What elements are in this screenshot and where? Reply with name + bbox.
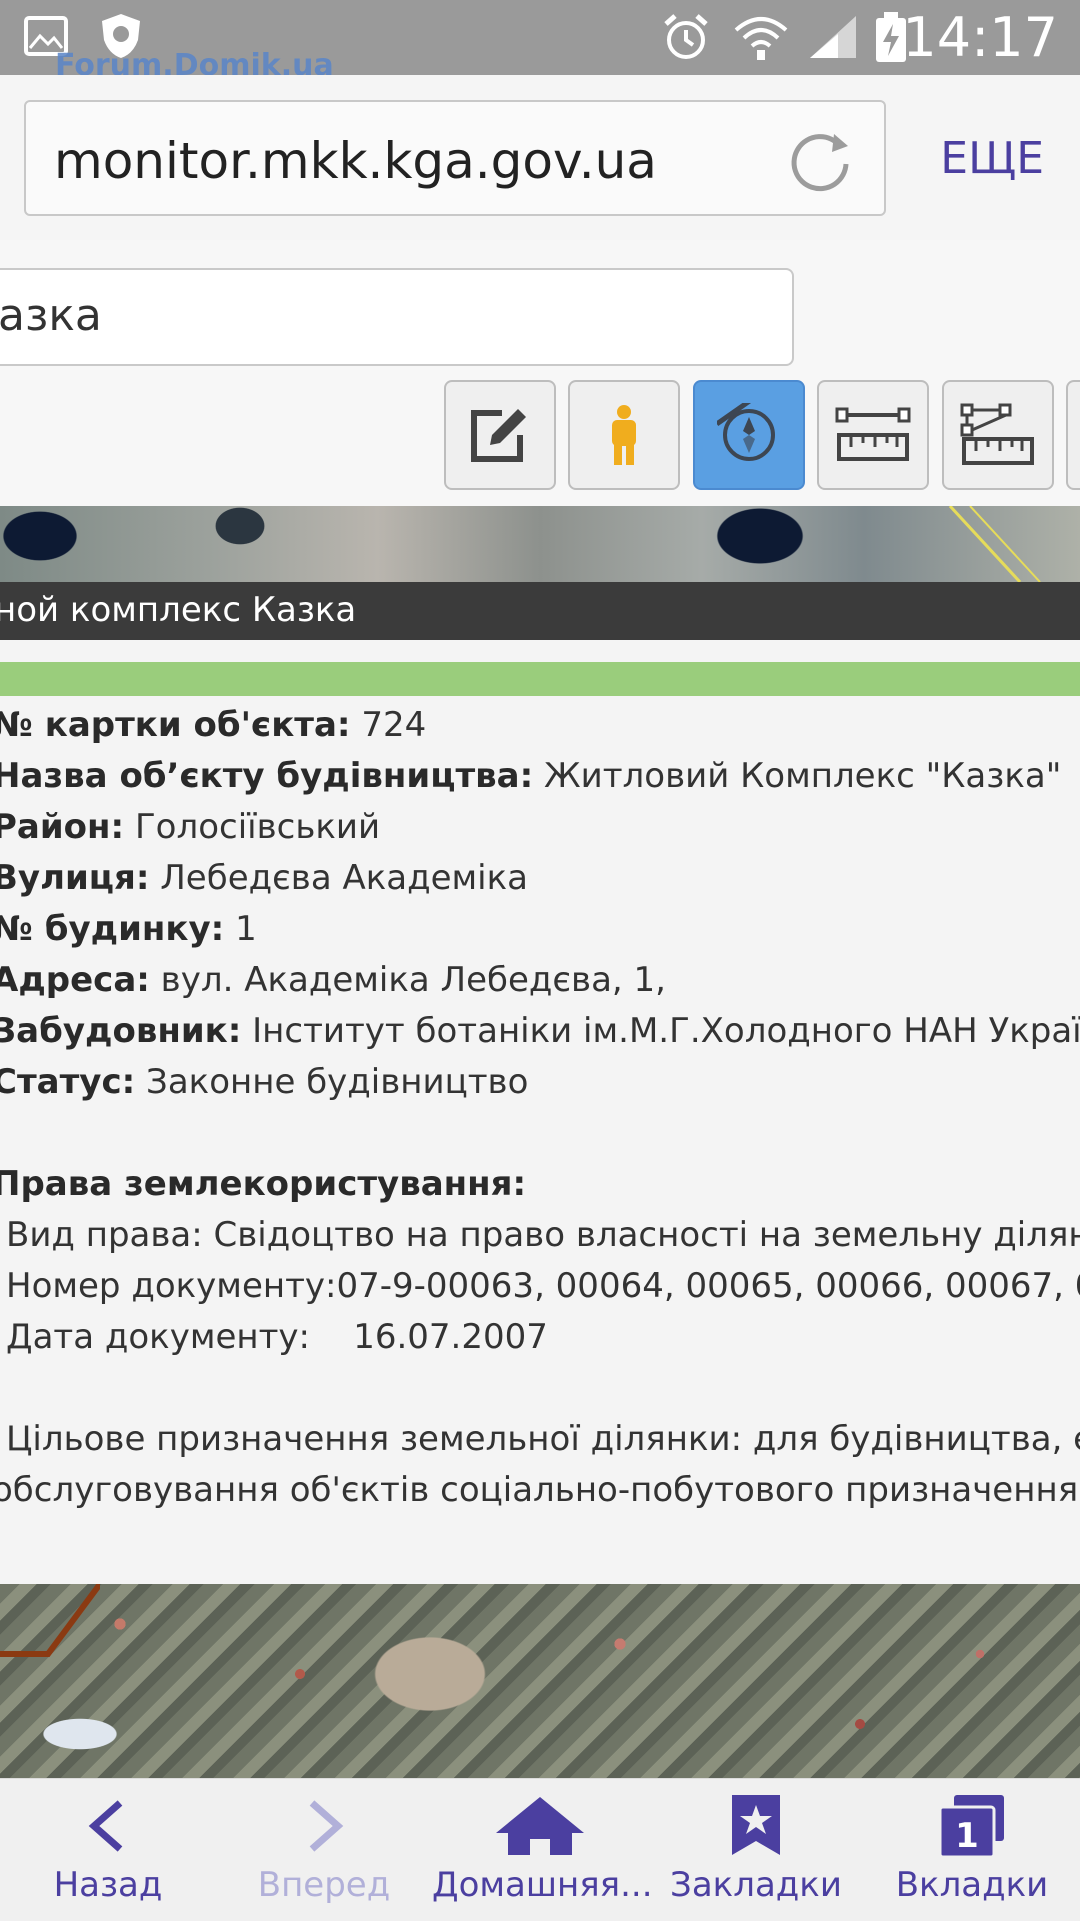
land-right-type: Вид права: Свідоцтво на право власності …: [6, 1215, 1080, 1255]
land-right-doc-date: Дата документу: 16.07.2007: [6, 1317, 548, 1357]
url-text[interactable]: monitor.mkk.kga.gov.ua: [54, 132, 657, 190]
field-developer: Забудовник: Інститут ботаніки ім.М.Г.Хол…: [0, 1011, 1080, 1051]
field-object-name: Назва об’єкту будівництва: Житловий Комп…: [0, 756, 1062, 796]
bookmarks-label: Закладки: [670, 1865, 842, 1905]
satellite-map-top[interactable]: [0, 506, 1080, 582]
tabs-button[interactable]: 1 Вкладки: [864, 1779, 1080, 1921]
status-color-bar: [0, 662, 1080, 696]
tabs-label: Вкладки: [895, 1865, 1049, 1905]
bookmarks-button[interactable]: Закладки: [648, 1779, 864, 1921]
reload-icon[interactable]: [788, 126, 854, 192]
back-arrow-icon: [88, 1800, 123, 1852]
bookmark-star-icon: [732, 1795, 780, 1855]
parcel-boundary: [0, 1584, 100, 1657]
ruler-tool-button[interactable]: [817, 380, 929, 490]
ruler-icon: [835, 407, 911, 461]
object-info-popup: № картки об'єкта: 724 Назва об’єкту буді…: [0, 640, 1080, 1584]
edit-tool-button[interactable]: [444, 380, 556, 490]
land-right-doc-number: Номер документу:07-9-00063, 00064, 00065…: [6, 1266, 1080, 1306]
area-tool-button[interactable]: [942, 380, 1054, 490]
field-street: Вулиця: Лебедєва Академіка: [0, 858, 528, 898]
field-house-number: № будинку: 1: [0, 909, 257, 949]
alarm-icon: [664, 14, 708, 59]
home-button[interactable]: Домашняя...: [432, 1779, 653, 1921]
browser-bottom-nav: Назад Вперед Домашняя... Закладки 1 Вкла…: [0, 1778, 1080, 1921]
satellite-map-bottom[interactable]: [0, 1584, 1080, 1778]
forward-button[interactable]: Вперед: [216, 1779, 432, 1921]
url-bar[interactable]: monitor.mkk.kga.gov.ua: [24, 100, 886, 216]
home-icon: [496, 1797, 584, 1855]
wifi-icon: [734, 17, 788, 60]
field-district: Район: Голосіївський: [0, 807, 381, 847]
popup-title-bar: ной комплекс Казка: [0, 582, 1080, 640]
tabs-icon: 1: [938, 1795, 1004, 1859]
pegman-icon: [612, 405, 636, 465]
signal-icon: [810, 16, 856, 58]
road-lines: [948, 506, 1041, 582]
field-status: Статус: Законне будівництво: [0, 1062, 529, 1102]
clock: 14:17: [902, 6, 1058, 69]
map-controls: азка: [0, 240, 1080, 506]
field-card-number: № картки об'єкта: 724: [0, 705, 427, 745]
forward-label: Вперед: [257, 1865, 391, 1905]
land-rights-heading: Права землекористування:: [0, 1164, 527, 1204]
object-details: № картки об'єкта: 724 Назва об’єкту буді…: [0, 700, 1080, 1516]
land-purpose-line-2: обслуговування об'єктів соціально-побуто…: [0, 1470, 1079, 1510]
more-tool-button[interactable]: [1066, 380, 1080, 490]
land-purpose-line-1: Цільове призначення земельної ділянки: д…: [6, 1419, 1080, 1459]
street-view-button[interactable]: [568, 380, 680, 490]
field-address: Адреса: вул. Академіка Лебедєва, 1,: [0, 960, 666, 1000]
compass-tool-button[interactable]: [693, 380, 805, 490]
back-button[interactable]: Назад: [0, 1779, 216, 1921]
compass-icon: [717, 403, 775, 461]
tab-count: 1: [955, 1816, 979, 1856]
edit-icon: [471, 409, 526, 462]
browser-toolbar: monitor.mkk.kga.gov.ua ЕЩЕ: [0, 75, 1080, 241]
forward-arrow-icon: [309, 1800, 344, 1852]
more-button[interactable]: ЕЩЕ: [940, 133, 1044, 184]
area-measure-icon: [960, 403, 1034, 465]
home-label: Домашняя...: [432, 1865, 653, 1905]
map-search-value[interactable]: азка: [0, 290, 102, 341]
popup-title: ной комплекс Казка: [0, 590, 357, 630]
back-label: Назад: [53, 1865, 163, 1905]
map-search-input[interactable]: азка: [0, 268, 794, 366]
